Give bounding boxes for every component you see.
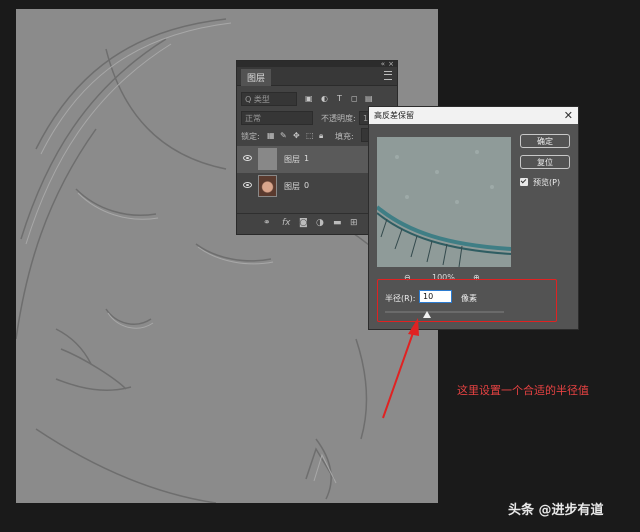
annotation-text: 这里设置一个合适的半径值 xyxy=(457,384,589,397)
annotation-arrow xyxy=(382,318,419,419)
watermark: 头条 @进步有道 xyxy=(508,503,604,518)
